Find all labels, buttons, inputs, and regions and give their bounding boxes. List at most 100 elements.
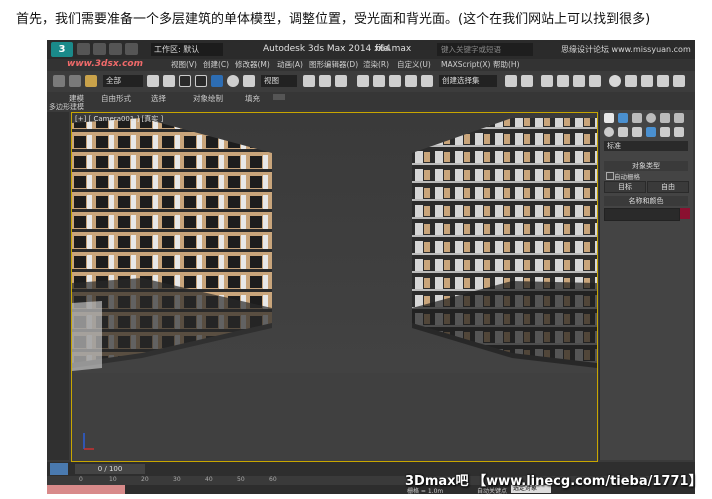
name-color-rollout[interactable]: 名称和颜色 xyxy=(604,196,688,206)
tick-label: 30 xyxy=(173,476,181,483)
named-selection-dropdown[interactable]: 创建选择集 xyxy=(439,75,497,87)
selection-filter-dropdown[interactable]: 全部 xyxy=(103,75,143,87)
helpers-icon[interactable] xyxy=(660,127,670,137)
material-editor-icon[interactable] xyxy=(609,75,621,87)
auto-grid-checkbox[interactable] xyxy=(606,172,614,180)
modify-tab-icon[interactable] xyxy=(618,113,628,123)
lights-icon[interactable] xyxy=(632,127,642,137)
tab-selection[interactable]: 选择 xyxy=(151,93,166,104)
menu-customize[interactable]: 自定义(U) xyxy=(397,59,431,71)
select-object-icon[interactable] xyxy=(147,75,159,87)
object-name-field[interactable] xyxy=(604,208,680,221)
menu-view[interactable]: 视图(V) xyxy=(171,59,197,71)
viewport-label[interactable]: [+] [ Camera001 ] [真实 ] xyxy=(75,114,163,124)
camera-viewport[interactable]: [+] [ Camera001 ] [真实 ] xyxy=(71,112,598,462)
menu-animation[interactable]: 动画(A) xyxy=(277,59,303,71)
workspace-dropdown[interactable]: 工作区: 默认 xyxy=(151,43,223,56)
app-window: 3 工作区: 默认 Autodesk 3ds Max 2014 x64 file… xyxy=(47,40,695,494)
select-rotate-icon[interactable] xyxy=(227,75,239,87)
tick-label: 10 xyxy=(109,476,117,483)
site-watermark: www.3dsx.com xyxy=(67,59,143,69)
frame-counter[interactable]: 0 / 100 xyxy=(75,464,145,474)
tick-label: 20 xyxy=(141,476,149,483)
align-icon[interactable] xyxy=(521,75,533,87)
select-by-name-icon[interactable] xyxy=(163,75,175,87)
spinner-snap-icon[interactable] xyxy=(405,75,417,87)
target-camera-button[interactable]: 目标 xyxy=(604,181,646,193)
schematic-view-icon[interactable] xyxy=(589,75,601,87)
tick-label: 50 xyxy=(237,476,245,483)
select-move-icon[interactable] xyxy=(211,75,223,87)
tab-freeform[interactable]: 自由形式 xyxy=(101,93,131,104)
select-manipulate-icon[interactable] xyxy=(319,75,331,87)
ribbon-panel-label: 多边形建模 xyxy=(49,103,84,111)
save-file-icon[interactable] xyxy=(109,43,122,55)
reference-coord-dropdown[interactable]: 视图 xyxy=(261,75,297,87)
category-dropdown[interactable]: 标准 xyxy=(604,141,688,151)
tab-populate[interactable]: 填充 xyxy=(245,93,260,104)
title-bar: 3 工作区: 默认 Autodesk 3ds Max 2014 x64 file… xyxy=(47,40,695,59)
display-tab-icon[interactable] xyxy=(660,113,670,123)
free-camera-button[interactable]: 自由 xyxy=(647,181,689,193)
geometry-icon[interactable] xyxy=(604,127,614,137)
scene-render xyxy=(72,113,597,461)
mirror-icon[interactable] xyxy=(505,75,517,87)
graphite-toolbar-icon[interactable] xyxy=(557,75,569,87)
main-toolbar: 全部 视图 创建选择集 xyxy=(47,71,695,93)
percent-snap-icon[interactable] xyxy=(389,75,401,87)
tick-label: 40 xyxy=(205,476,213,483)
ribbon-options-icon[interactable] xyxy=(273,94,285,100)
ground-plane xyxy=(72,373,597,461)
search-input[interactable]: 键入关键字或短语 xyxy=(437,43,533,56)
app-logo[interactable]: 3 xyxy=(51,42,73,57)
spacewarps-icon[interactable] xyxy=(674,127,684,137)
undo-icon[interactable] xyxy=(125,43,138,55)
teapot-render-icon[interactable] xyxy=(673,75,685,87)
cameras-icon[interactable] xyxy=(646,127,656,137)
menu-maxscript[interactable]: MAXScript(X) xyxy=(441,59,490,71)
menu-modifiers[interactable]: 修改器(M) xyxy=(235,59,270,71)
select-scale-icon[interactable] xyxy=(243,75,255,87)
link-icon[interactable] xyxy=(53,75,65,87)
snap-toggle-icon[interactable] xyxy=(357,75,369,87)
render-frame-icon[interactable] xyxy=(641,75,653,87)
keyboard-shortcut-icon[interactable] xyxy=(335,75,347,87)
unlink-icon[interactable] xyxy=(69,75,81,87)
maxscript-listener[interactable] xyxy=(47,485,125,494)
menu-bar: www.3dsx.com 视图(V) 创建(C) 修改器(M) 动画(A) 图形… xyxy=(47,59,695,71)
tutorial-caption: 首先，我们需要准备一个多层建筑的单体模型，调整位置，受光面和背光面。(这个在我们… xyxy=(16,12,651,27)
open-file-icon[interactable] xyxy=(93,43,106,55)
tab-object-paint[interactable]: 对象绘制 xyxy=(193,93,223,104)
menu-graph-editors[interactable]: 图形编辑器(D) xyxy=(309,59,358,71)
angle-snap-icon[interactable] xyxy=(373,75,385,87)
curve-editor-icon[interactable] xyxy=(573,75,585,87)
render-icon[interactable] xyxy=(657,75,669,87)
auto-grid-label: 自动栅格 xyxy=(614,173,640,181)
ribbon: 建模 自由形式 选择 对象绘制 填充 多边形建模 xyxy=(47,92,695,111)
new-file-icon[interactable] xyxy=(77,43,90,55)
tick-label: 0 xyxy=(79,476,83,483)
object-color-swatch[interactable] xyxy=(680,208,690,219)
shapes-icon[interactable] xyxy=(618,127,628,137)
render-setup-icon[interactable] xyxy=(625,75,637,87)
forum-watermark: 思缘设计论坛 www.missyuan.com xyxy=(561,45,691,54)
mini-listener-icon[interactable] xyxy=(50,463,68,475)
menu-rendering[interactable]: 渲染(R) xyxy=(363,59,389,71)
window-crossing-icon[interactable] xyxy=(195,75,207,87)
app-title: Autodesk 3ds Max 2014 x64 xyxy=(263,44,391,54)
object-type-rollout[interactable]: 对象类型 xyxy=(604,161,688,171)
menu-help[interactable]: 帮助(H) xyxy=(493,59,520,71)
motion-tab-icon[interactable] xyxy=(646,113,656,123)
edit-named-sets-icon[interactable] xyxy=(421,75,433,87)
layer-manager-icon[interactable] xyxy=(541,75,553,87)
hierarchy-tab-icon[interactable] xyxy=(632,113,642,123)
create-tab-icon[interactable] xyxy=(604,113,614,123)
left-building-columns xyxy=(72,301,102,371)
pivot-center-icon[interactable] xyxy=(303,75,315,87)
utilities-tab-icon[interactable] xyxy=(674,113,684,123)
rect-selection-icon[interactable] xyxy=(179,75,191,87)
tick-label: 60 xyxy=(269,476,277,483)
file-name: file.max xyxy=(375,44,412,54)
bind-spacewarp-icon[interactable] xyxy=(85,75,97,87)
menu-create[interactable]: 创建(C) xyxy=(203,59,229,71)
